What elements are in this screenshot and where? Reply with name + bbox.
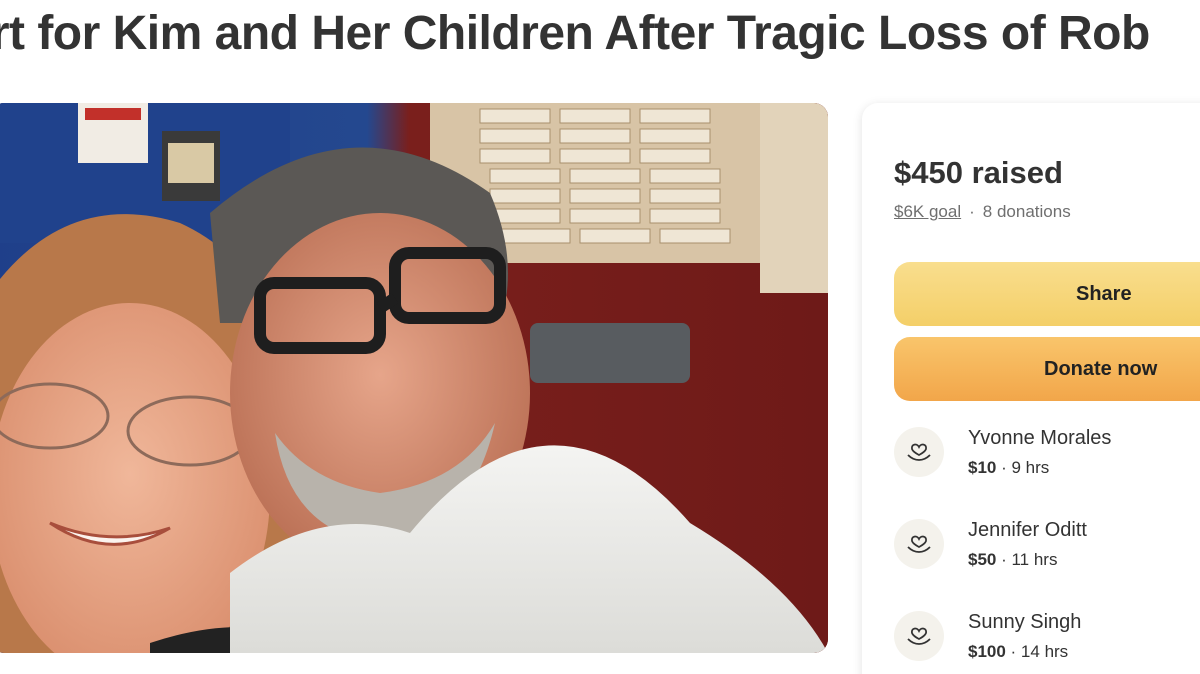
- goal-link[interactable]: $6K goal: [894, 202, 961, 221]
- fundraiser-page: ort for Kim and Her Children After Tragi…: [0, 0, 1200, 674]
- separator-dot: ·: [969, 202, 975, 221]
- donor-amount: $100: [968, 642, 1006, 661]
- donor-meta: $100 · 14 hrs: [968, 642, 1068, 662]
- donor-amount: $10: [968, 458, 997, 477]
- donor-time: · 9 hrs: [996, 458, 1050, 477]
- donor-name: Jennifer Oditt: [968, 519, 1087, 541]
- campaign-title: ort for Kim and Her Children After Tragi…: [0, 7, 1150, 60]
- donor-time: · 14 hrs: [1005, 642, 1069, 661]
- photo-illustration: [0, 103, 828, 653]
- campaign-photo[interactable]: [0, 103, 828, 653]
- heart-hands-icon: [894, 519, 944, 569]
- amount-raised: $450 raised: [894, 155, 1063, 190]
- goal-row: $6K goal · 8 donations: [894, 202, 1071, 222]
- donor-time: · 11 hrs: [996, 550, 1058, 569]
- heart-hands-icon: [894, 427, 944, 477]
- donor-item: Jennifer Oditt $50 · 11 hrs: [894, 517, 1200, 577]
- share-button[interactable]: Share: [894, 262, 1200, 326]
- donate-now-button[interactable]: Donate now: [894, 337, 1200, 401]
- donor-item: Yvonne Morales $10 · 9 hrs: [894, 425, 1200, 485]
- donation-count: 8 donations: [982, 202, 1071, 221]
- donation-card: $450 raised $6K goal · 8 donations Share D…: [862, 103, 1200, 674]
- donor-meta: $50 · 11 hrs: [968, 550, 1057, 570]
- donor-name: Sunny Singh: [968, 611, 1082, 633]
- donor-name: Yvonne Morales: [968, 427, 1112, 449]
- donor-amount: $50: [968, 550, 997, 569]
- donor-item: Sunny Singh $100 · 14 hrs: [894, 609, 1200, 669]
- title-bar: ort for Kim and Her Children After Tragi…: [0, 0, 1200, 80]
- heart-hands-icon: [894, 611, 944, 661]
- donor-meta: $10 · 9 hrs: [968, 458, 1049, 478]
